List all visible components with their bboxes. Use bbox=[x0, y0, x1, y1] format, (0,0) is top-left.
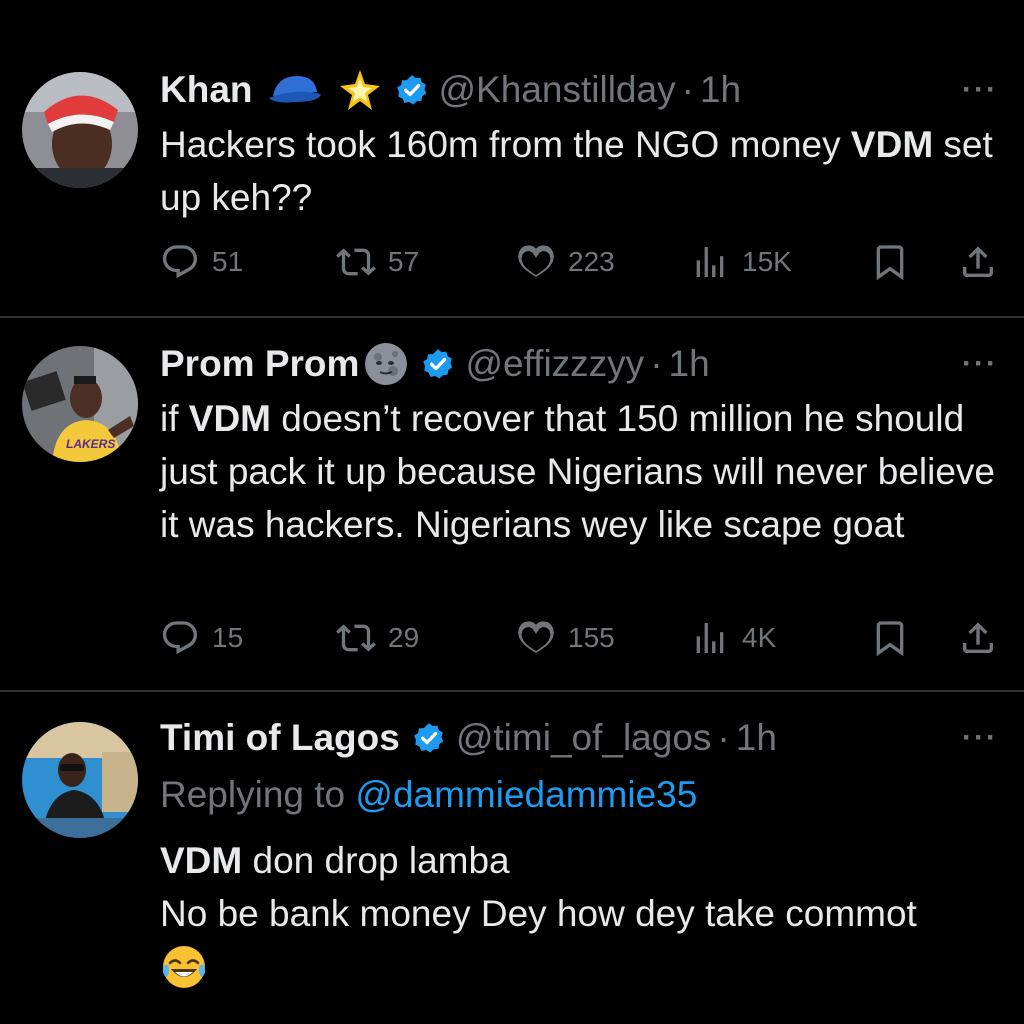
tweet-header: Prom Prom @effizzzyy · 1h bbox=[160, 340, 710, 388]
tweet-text-part: don drop lamba bbox=[242, 840, 510, 881]
replying-to-handle[interactable]: @dammiedammie35 bbox=[355, 774, 697, 815]
bookmark-icon bbox=[876, 245, 904, 281]
cap-emoji-icon bbox=[267, 72, 323, 108]
verified-badge-icon[interactable] bbox=[412, 721, 446, 755]
like-button[interactable]: 223 bbox=[516, 242, 615, 282]
like-count: 155 bbox=[568, 622, 615, 653]
share-icon bbox=[963, 622, 993, 653]
bookmark-button[interactable] bbox=[870, 618, 910, 658]
verified-badge-icon[interactable] bbox=[421, 347, 455, 381]
views-button[interactable]: 15K bbox=[690, 242, 792, 282]
reply-icon bbox=[162, 245, 198, 279]
tweet-header: Timi of Lagos @timi_of_lagos · 1h bbox=[160, 714, 777, 762]
display-name[interactable]: Timi of Lagos bbox=[160, 717, 400, 759]
joy-emoji-icon bbox=[162, 945, 206, 988]
views-icon bbox=[696, 623, 724, 653]
timestamp[interactable]: 1h bbox=[736, 717, 777, 759]
tweet[interactable]: LAKERS Prom Prom @effizzzyy · 1h ··· if … bbox=[0, 318, 1024, 688]
tweet-line bbox=[160, 940, 1000, 993]
like-count: 223 bbox=[568, 246, 615, 277]
avatar[interactable] bbox=[22, 72, 138, 188]
views-count: 4K bbox=[742, 622, 777, 653]
like-icon bbox=[518, 621, 554, 653]
share-button[interactable] bbox=[958, 242, 998, 282]
tweet-text: VDM don drop lamba No be bank money Dey … bbox=[160, 834, 1000, 993]
handle[interactable]: @timi_of_lagos bbox=[456, 717, 712, 759]
avatar[interactable]: LAKERS bbox=[22, 346, 138, 462]
tweet-line: VDM don drop lamba bbox=[160, 834, 1000, 887]
reply-count: 51 bbox=[212, 246, 244, 277]
timestamp[interactable]: 1h bbox=[669, 343, 710, 385]
more-icon[interactable]: ··· bbox=[962, 349, 998, 379]
handle[interactable]: @Khanstillday bbox=[439, 69, 676, 111]
tweet-text-mention: VDM bbox=[850, 124, 934, 165]
like-icon bbox=[518, 245, 554, 277]
verified-badge-icon[interactable] bbox=[395, 73, 429, 107]
tweet-text-mention: VDM bbox=[160, 840, 243, 881]
tweet-text: if VDM doesn’t recover that 150 million … bbox=[160, 392, 1000, 551]
more-icon[interactable]: ··· bbox=[962, 723, 998, 753]
more-icon[interactable]: ··· bbox=[962, 75, 998, 105]
tweet-text-part: doesn’t recover that 150 million he shou… bbox=[160, 398, 995, 545]
sparkle-emoji-icon bbox=[337, 68, 383, 112]
like-button[interactable]: 155 bbox=[516, 618, 615, 658]
tweet[interactable]: Khan @Khanstillday · 1h ··· Hackers took… bbox=[0, 0, 1024, 316]
retweet-count: 29 bbox=[388, 622, 420, 653]
tweet-text: Hackers took 160m from the NGO money VDM… bbox=[160, 118, 1000, 224]
tweet-text-part: if bbox=[160, 398, 189, 439]
tweet[interactable]: Timi of Lagos @timi_of_lagos · 1h ··· Re… bbox=[0, 692, 1024, 1024]
replying-to: Replying to @dammiedammie35 bbox=[160, 768, 1000, 821]
views-icon bbox=[696, 247, 724, 277]
tweet-line: No be bank money Dey how dey take commot bbox=[160, 893, 917, 934]
replying-to-label: Replying to bbox=[160, 774, 356, 815]
handle[interactable]: @effizzzyy bbox=[465, 343, 644, 385]
action-bar: 15 29 155 4K bbox=[160, 618, 1000, 658]
retweet-button[interactable]: 29 bbox=[336, 618, 419, 658]
retweet-icon bbox=[336, 624, 376, 652]
tweet-text-mention: VDM bbox=[188, 398, 272, 439]
retweet-button[interactable]: 57 bbox=[336, 242, 419, 282]
views-count: 15K bbox=[742, 246, 792, 277]
action-bar: 51 57 223 15K bbox=[160, 242, 1000, 282]
display-name[interactable]: Prom Prom bbox=[160, 343, 359, 385]
svg-text:LAKERS: LAKERS bbox=[66, 437, 115, 451]
bookmark-button[interactable] bbox=[870, 242, 910, 282]
views-button[interactable]: 4K bbox=[690, 618, 776, 658]
share-icon bbox=[963, 246, 993, 277]
tweet-header: Khan @Khanstillday · 1h bbox=[160, 66, 741, 114]
reply-button[interactable]: 51 bbox=[160, 242, 243, 282]
bookmark-icon bbox=[876, 621, 904, 657]
timestamp[interactable]: 1h bbox=[700, 69, 741, 111]
moon-emoji-icon bbox=[363, 341, 409, 387]
reply-count: 15 bbox=[212, 622, 244, 653]
reply-button[interactable]: 15 bbox=[160, 618, 243, 658]
separator: · bbox=[650, 343, 663, 384]
display-name[interactable]: Khan bbox=[160, 69, 253, 111]
share-button[interactable] bbox=[958, 618, 998, 658]
separator: · bbox=[681, 69, 694, 110]
retweet-icon bbox=[336, 248, 376, 276]
retweet-count: 57 bbox=[388, 246, 420, 277]
tweet-text-part: Hackers took 160m from the NGO money bbox=[160, 124, 851, 165]
separator: · bbox=[717, 717, 730, 758]
reply-icon bbox=[162, 621, 198, 655]
avatar[interactable] bbox=[22, 722, 138, 838]
